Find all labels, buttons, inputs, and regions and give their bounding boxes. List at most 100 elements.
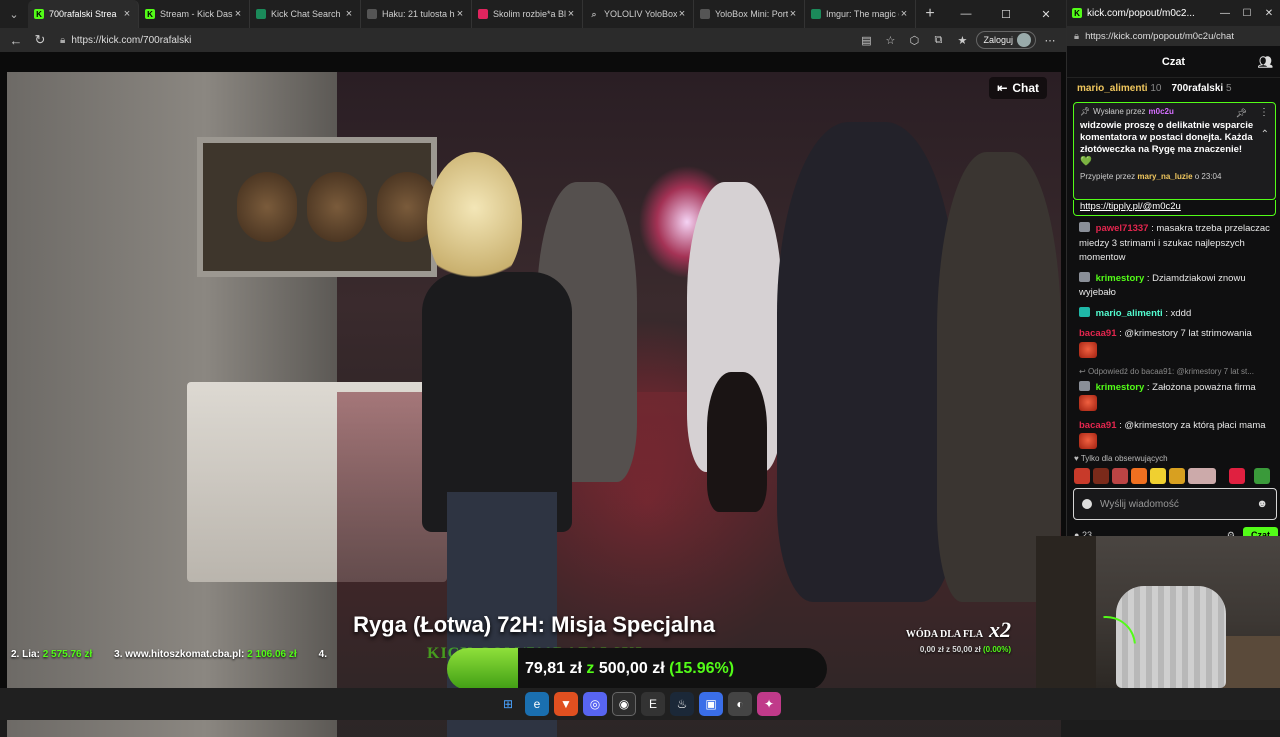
close-icon[interactable]: ✕ bbox=[1258, 8, 1280, 19]
tab-actions-icon[interactable]: ⌄ bbox=[0, 0, 28, 28]
tab-yololiv[interactable]: ⌕ YOLOLIV YoloBox M × bbox=[583, 0, 694, 28]
chat-header: Czat 👥︎ bbox=[1067, 46, 1280, 78]
tab-imgur[interactable]: Imgur: The magic of × bbox=[805, 0, 916, 28]
favorite-star-icon[interactable]: ☆ bbox=[880, 30, 900, 50]
chat-toggle-icon: ⇤ bbox=[997, 81, 1008, 95]
close-tab-icon[interactable]: × bbox=[788, 8, 798, 20]
favorites-icon[interactable]: ★ bbox=[952, 30, 972, 50]
chat-username[interactable]: mario_alimenti bbox=[1096, 308, 1163, 319]
leader-entry[interactable]: mario_alimenti 10 bbox=[1077, 83, 1162, 94]
close-icon[interactable]: ✕ bbox=[1026, 0, 1066, 28]
brave-icon[interactable]: ▼ bbox=[554, 692, 578, 716]
youtube-icon bbox=[478, 9, 488, 19]
back-arrow-icon[interactable]: ← bbox=[4, 28, 28, 52]
emote-icon[interactable] bbox=[1074, 468, 1090, 484]
address-bar: ← ↻ 🔒︎ https://kick.com/700rafalski ▤ ☆ … bbox=[0, 28, 1066, 52]
reload-icon[interactable]: ↻ bbox=[28, 28, 52, 52]
emote-icon[interactable] bbox=[1150, 468, 1166, 484]
emote-icon[interactable] bbox=[1254, 468, 1270, 484]
chat-username[interactable]: pawel71337 bbox=[1096, 223, 1149, 234]
obs-icon[interactable]: ◐ bbox=[728, 692, 752, 716]
chevron-up-icon[interactable]: ⌃ bbox=[1261, 129, 1269, 140]
ticker-rank: 4. bbox=[318, 649, 327, 660]
chat-username[interactable]: krimestory bbox=[1096, 382, 1145, 393]
users-icon[interactable]: 👥︎ bbox=[1258, 55, 1273, 69]
steam-icon[interactable]: ♨ bbox=[670, 692, 694, 716]
more-menu-icon[interactable]: ⋯ bbox=[1040, 30, 1060, 50]
close-tab-icon[interactable]: × bbox=[455, 8, 465, 20]
start-icon[interactable]: ⊞ bbox=[496, 692, 520, 716]
url-field[interactable]: 🔒︎ https://kick.com/700rafalski bbox=[60, 35, 191, 46]
chat-text: : @krimestory za którą płaci mama bbox=[1119, 419, 1266, 431]
goal-percent: (15.96%) bbox=[669, 660, 735, 677]
tab-title: Kick Chat Search bbox=[271, 9, 341, 19]
leader-count: 10 bbox=[1150, 82, 1162, 94]
app-icon[interactable]: ▣ bbox=[699, 692, 723, 716]
maximize-icon[interactable]: ☐ bbox=[1236, 8, 1258, 19]
extensions-icon[interactable]: ⬡ bbox=[904, 30, 924, 50]
tab-youtube[interactable]: Skolim rozbie*a Blar × bbox=[472, 0, 583, 28]
reader-icon[interactable]: ▤ bbox=[856, 30, 876, 50]
close-tab-icon[interactable]: × bbox=[566, 8, 576, 20]
video-scene-barrel bbox=[237, 172, 297, 242]
maximize-icon[interactable]: ☐ bbox=[986, 0, 1026, 28]
pinned-by-user[interactable]: mary_na_luzie bbox=[1137, 172, 1192, 181]
gift-leaderboard: mario_alimenti 10 700rafalski 5 bbox=[1067, 78, 1280, 98]
tab-haku[interactable]: Haku: 21 tulosta hak × bbox=[361, 0, 472, 28]
chat-username[interactable]: bacaa91 bbox=[1079, 420, 1117, 431]
tab-kick-dashboard[interactable]: K Stream - Kick Dashb × bbox=[139, 0, 250, 28]
tab-title: Haku: 21 tulosta hak bbox=[382, 9, 455, 19]
emote-icon[interactable] bbox=[1188, 468, 1216, 484]
more-options-icon[interactable]: ⋮ bbox=[1259, 107, 1269, 118]
close-tab-icon[interactable]: × bbox=[122, 8, 132, 20]
emote-icon[interactable] bbox=[1229, 468, 1245, 484]
chat-username[interactable]: bacaa91 bbox=[1079, 328, 1117, 339]
tab-700rafalski[interactable]: K 700rafalski Strea × bbox=[28, 0, 139, 28]
leader-name: mario_alimenti bbox=[1077, 82, 1148, 94]
new-tab-button[interactable]: + bbox=[916, 0, 944, 28]
emote-icon[interactable] bbox=[1169, 468, 1185, 484]
video-player[interactable]: ⇤ Chat Ryga (Łotwa) 72H: Misja Specjalna… bbox=[7, 72, 1061, 737]
smiley-icon[interactable]: ☻ bbox=[1256, 498, 1268, 510]
close-tab-icon[interactable]: × bbox=[677, 8, 687, 20]
pinned-message: 📌︎ Wysłane przez m0c2u widzowie proszę o… bbox=[1073, 102, 1276, 200]
edge-icon[interactable]: e bbox=[525, 692, 549, 716]
tab-kick-chat-search[interactable]: Kick Chat Search × bbox=[250, 0, 361, 28]
tab-title: Stream - Kick Dashb bbox=[160, 9, 233, 19]
close-tab-icon[interactable]: × bbox=[899, 8, 909, 20]
pinned-time: o 23:04 bbox=[1194, 172, 1222, 181]
tipply-link[interactable]: https://tipply.pl/@m0c2u bbox=[1073, 200, 1276, 216]
unpin-icon[interactable]: 📌︎ bbox=[1236, 108, 1247, 119]
emote-icon[interactable] bbox=[1131, 468, 1147, 484]
leader-entry[interactable]: 700rafalski 5 bbox=[1172, 83, 1232, 94]
sent-by-label: Wysłane przez bbox=[1093, 107, 1146, 116]
woda-percent: (0.00%) bbox=[982, 645, 1011, 654]
epic-games-icon[interactable]: E bbox=[641, 692, 665, 716]
app-icon[interactable]: ✦ bbox=[757, 692, 781, 716]
minimize-icon[interactable]: — bbox=[946, 0, 986, 28]
app-icon[interactable]: ◉ bbox=[612, 692, 636, 716]
login-button[interactable]: Zaloguj bbox=[976, 31, 1036, 49]
minimize-icon[interactable]: — bbox=[1214, 8, 1236, 19]
emote-icon[interactable] bbox=[1093, 468, 1109, 484]
popout-url: https://kick.com/popout/m0c2u/chat bbox=[1085, 30, 1234, 42]
popout-url-bar[interactable]: 🔒︎ https://kick.com/popout/m0c2u/chat bbox=[1067, 26, 1280, 46]
chat-message: mario_alimenti : xddd bbox=[1079, 306, 1274, 322]
chat-message-input[interactable]: Wyślij wiadomość ☻ bbox=[1073, 488, 1277, 520]
close-tab-icon[interactable]: × bbox=[233, 8, 243, 20]
chat-username[interactable]: krimestory bbox=[1096, 273, 1145, 284]
pinned-author[interactable]: m0c2u bbox=[1149, 107, 1174, 116]
close-tab-icon[interactable]: × bbox=[344, 8, 354, 20]
discord-icon[interactable]: ◎ bbox=[583, 692, 607, 716]
stream-overlay-title: Ryga (Łotwa) 72H: Misja Specjalna bbox=[353, 612, 715, 637]
tab-yolobox-mini[interactable]: YoloBox Mini: Portab × bbox=[694, 0, 805, 28]
emote-menu-icon[interactable] bbox=[1082, 499, 1092, 509]
ticker-entry: 2. Lia: 2 575.76 zł bbox=[11, 649, 92, 660]
goal-target: 500,00 zł bbox=[598, 660, 665, 677]
split-screen-icon[interactable]: ⧉ bbox=[928, 30, 948, 50]
emote-icon[interactable] bbox=[1112, 468, 1128, 484]
chat-input-placeholder: Wyślij wiadomość bbox=[1100, 498, 1179, 510]
chat-toggle-button[interactable]: ⇤ Chat bbox=[989, 77, 1047, 99]
donation-goal-bar: 79,81 zł z 500,00 zł (15.96%) bbox=[447, 648, 827, 690]
reply-reference[interactable]: ↩ Odpowiedź do bacaa91: @krimestory 7 la… bbox=[1079, 365, 1274, 380]
